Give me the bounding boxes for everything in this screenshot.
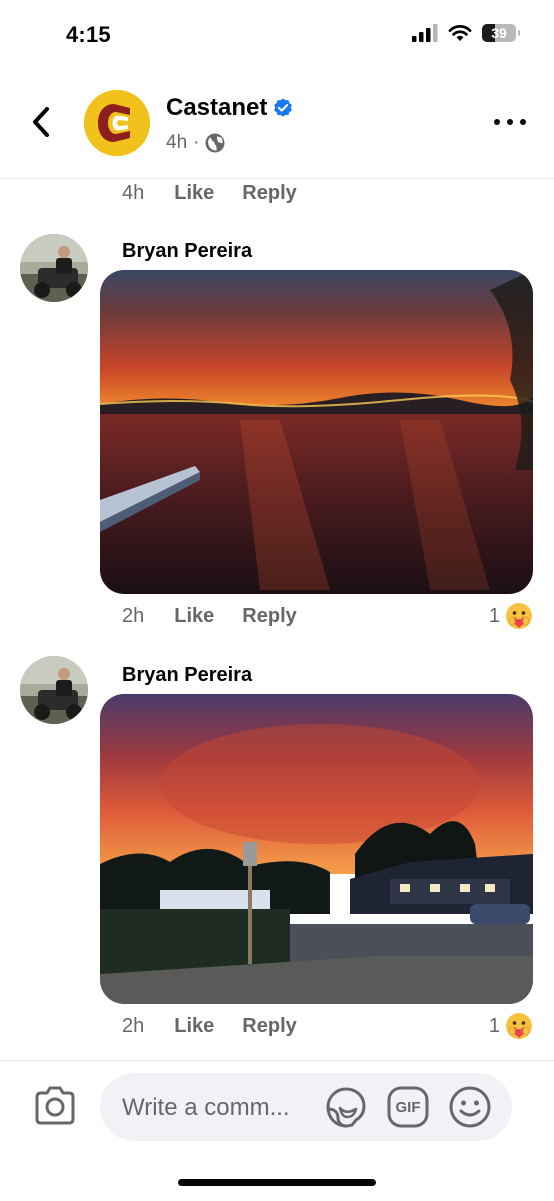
- meta-separator: ·: [193, 132, 200, 153]
- reaction-count: 1: [488, 1014, 500, 1037]
- reply-button[interactable]: Reply: [242, 1015, 296, 1038]
- reply-button[interactable]: Reply: [242, 605, 296, 628]
- commenter-name[interactable]: Bryan Pereira: [122, 664, 252, 687]
- care-emoji-icon: [506, 1013, 532, 1039]
- camera-icon: [35, 1086, 75, 1125]
- commenter-name[interactable]: Bryan Pereira: [122, 240, 252, 263]
- emoji-icon[interactable]: [448, 1085, 492, 1129]
- status-bar: 4:15 39: [0, 0, 554, 72]
- gif-label: GIF: [395, 1098, 421, 1116]
- wildfire-over-lake-photo[interactable]: [100, 270, 533, 594]
- globe-icon: [205, 133, 225, 153]
- comment-time[interactable]: 2h: [122, 1015, 144, 1038]
- comment-input[interactable]: Write a comm... GIF: [100, 1073, 512, 1141]
- page-name-row: Castanet: [166, 94, 293, 122]
- camera-button[interactable]: [32, 1083, 78, 1129]
- like-button[interactable]: Like: [174, 1015, 214, 1038]
- reaction-count: 1: [488, 604, 500, 627]
- comment-actions: 2h Like Reply: [122, 1015, 297, 1038]
- like-button[interactable]: Like: [174, 182, 214, 205]
- status-time: 4:15: [66, 22, 111, 47]
- wildfire-behind-houses-photo[interactable]: [100, 694, 533, 1004]
- verified-badge-icon: [274, 98, 293, 117]
- post-meta: 4h ·: [166, 132, 225, 154]
- comment-placeholder: Write a comm...: [122, 1094, 290, 1121]
- post-header: Castanet 4h ·: [0, 72, 554, 179]
- status-icons: 39: [412, 24, 520, 42]
- back-button[interactable]: [24, 102, 58, 142]
- post-time[interactable]: 4h: [166, 132, 187, 154]
- like-button[interactable]: Like: [174, 605, 214, 628]
- home-indicator[interactable]: [178, 1179, 376, 1186]
- page-name[interactable]: Castanet: [166, 94, 267, 122]
- comment-actions: 2h Like Reply: [122, 605, 297, 628]
- comment-composer-bar: Write a comm... GIF: [0, 1060, 554, 1201]
- care-emoji-icon: [506, 603, 532, 629]
- avatar[interactable]: [20, 656, 88, 724]
- reaction-summary[interactable]: 1: [489, 601, 534, 631]
- avatar[interactable]: [20, 234, 88, 302]
- sticker-icon[interactable]: [324, 1085, 368, 1129]
- battery-icon: 39: [482, 24, 520, 42]
- gif-button[interactable]: GIF: [386, 1085, 430, 1129]
- prev-comment-actions: 4h Like Reply: [122, 182, 297, 205]
- more-options-button[interactable]: [494, 112, 526, 132]
- back-arrow-icon: [33, 107, 49, 137]
- reply-button[interactable]: Reply: [242, 182, 296, 205]
- reaction-summary[interactable]: 1: [489, 1011, 534, 1041]
- cellular-signal-icon: [412, 24, 438, 42]
- wifi-icon: [448, 25, 472, 41]
- castanet-logo[interactable]: [84, 90, 150, 156]
- battery-level: 39: [491, 25, 507, 41]
- comment-time[interactable]: 2h: [122, 605, 144, 628]
- comment-time[interactable]: 4h: [122, 182, 144, 205]
